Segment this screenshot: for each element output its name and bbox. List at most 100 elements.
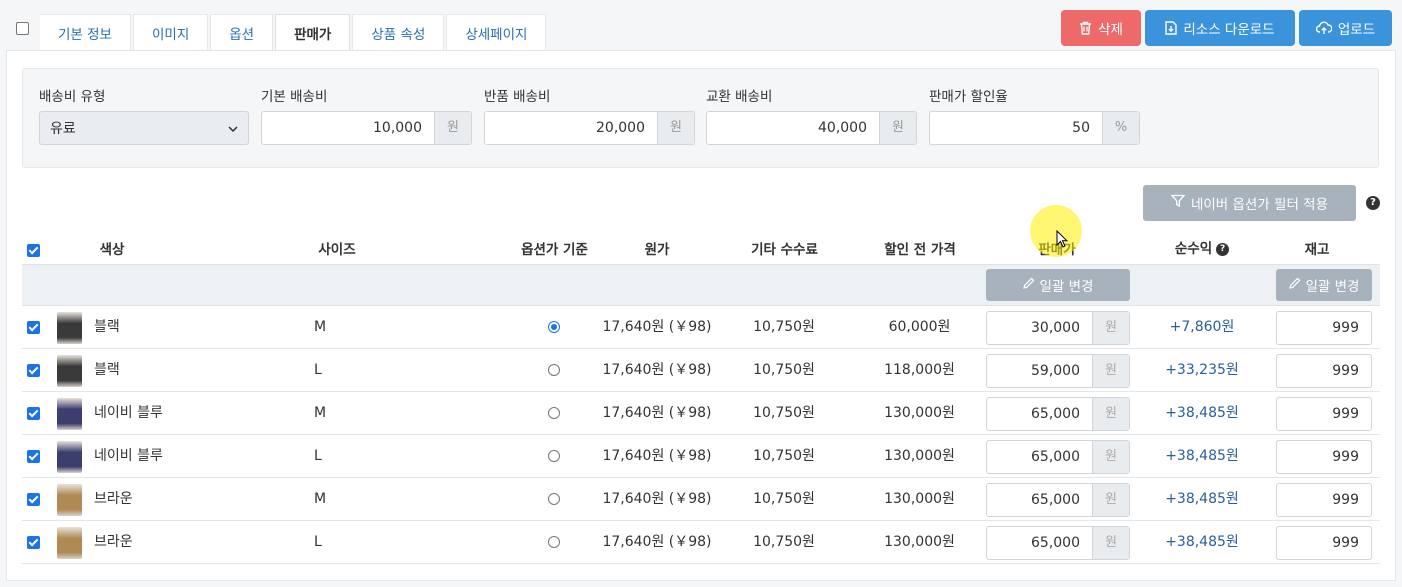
stock-input[interactable]: 999 bbox=[1276, 397, 1372, 431]
discount-rate-label: 판매가 할인율 bbox=[929, 89, 1008, 105]
size-cell: M bbox=[314, 491, 327, 507]
tab-attributes[interactable]: 상품 속성 bbox=[352, 14, 445, 51]
upload-button[interactable]: 업로드 bbox=[1299, 10, 1392, 46]
row-checkbox[interactable] bbox=[27, 407, 40, 420]
percent-unit: % bbox=[1102, 112, 1139, 144]
sale-price-input[interactable]: 65,000 원 bbox=[986, 440, 1130, 474]
return-shipping-field: 반품 배송비 20,000 원 bbox=[484, 87, 695, 145]
size-cell: L bbox=[314, 448, 322, 464]
tab-basic-info[interactable]: 기본 정보 bbox=[40, 14, 131, 51]
pre-discount-cell: 130,000원 bbox=[884, 448, 955, 464]
header-stock: 재고 bbox=[1304, 242, 1330, 258]
stock-input[interactable]: 999 bbox=[1276, 311, 1372, 345]
naver-option-filter-button[interactable]: 네이버 옵션가 필터 적용 bbox=[1143, 185, 1356, 221]
header-net-profit: 순수익 ? bbox=[1162, 233, 1242, 265]
option-base-radio[interactable] bbox=[548, 364, 560, 376]
option-base-radio[interactable] bbox=[548, 407, 560, 419]
exchange-shipping-field: 교환 배송비 40,000 원 bbox=[706, 87, 917, 145]
pre-discount-cell: 130,000원 bbox=[884, 534, 955, 550]
cloud-upload-icon bbox=[1315, 21, 1332, 35]
stock-input[interactable]: 999 bbox=[1276, 354, 1372, 388]
fee-cell: 10,750원 bbox=[753, 491, 815, 507]
stock-input[interactable]: 999 bbox=[1276, 483, 1372, 517]
header-cost: 원가 bbox=[644, 242, 670, 258]
stock-input[interactable]: 999 bbox=[1276, 440, 1372, 474]
won-unit: 원 bbox=[1092, 312, 1129, 344]
question-circle-icon[interactable]: ? bbox=[1366, 196, 1380, 210]
stock-input[interactable]: 999 bbox=[1276, 526, 1372, 560]
exchange-shipping-input[interactable]: 40,000 원 bbox=[706, 111, 917, 145]
delete-button[interactable]: 삭제 bbox=[1061, 10, 1141, 46]
color-cell: 브라운 bbox=[94, 534, 133, 550]
product-thumbnail bbox=[57, 527, 82, 559]
row-checkbox[interactable] bbox=[27, 536, 40, 549]
row-checkbox[interactable] bbox=[27, 493, 40, 506]
resource-download-button[interactable]: 리소스 다운로드 bbox=[1145, 10, 1295, 46]
bulk-change-row: 일괄 변경 일괄 변경 bbox=[22, 265, 1380, 306]
table-header: 색상 사이즈 옵션가 기준 원가 기타 수수료 할인 전 가격 판매가 순수익 … bbox=[22, 233, 1380, 265]
sale-price-input[interactable]: 65,000 원 bbox=[986, 483, 1130, 517]
shipping-type-value: 유료 bbox=[50, 121, 76, 137]
pencil-icon bbox=[1022, 277, 1035, 293]
cost-cell: 17,640원 (￥98) bbox=[602, 534, 712, 550]
option-base-radio[interactable] bbox=[548, 450, 560, 462]
product-thumbnail bbox=[57, 398, 82, 430]
fee-cell: 10,750원 bbox=[753, 362, 815, 378]
sale-price-input[interactable]: 59,000 원 bbox=[986, 354, 1130, 388]
download-label: 리소스 다운로드 bbox=[1183, 22, 1275, 38]
net-profit-cell: +38,485원 bbox=[1165, 534, 1239, 550]
fee-cell: 10,750원 bbox=[753, 405, 815, 421]
sale-price-value: 65,000 bbox=[1031, 406, 1080, 422]
select-all-rows-checkbox[interactable] bbox=[27, 244, 40, 257]
size-cell: L bbox=[314, 362, 322, 378]
net-profit-cell: +38,485원 bbox=[1165, 491, 1239, 507]
row-checkbox[interactable] bbox=[27, 364, 40, 377]
row-checkbox[interactable] bbox=[27, 450, 40, 463]
table-row: 네이비 블루 L 17,640원 (￥98) 10,750원 130,000원 65,00… bbox=[22, 435, 1380, 478]
base-shipping-label: 기본 배송비 bbox=[261, 89, 328, 105]
header-fee: 기타 수수료 bbox=[751, 242, 818, 258]
header-color: 색상 bbox=[99, 242, 125, 258]
size-cell: L bbox=[314, 534, 322, 550]
base-shipping-input[interactable]: 10,000 원 bbox=[261, 111, 472, 145]
sale-price-input[interactable]: 65,000 원 bbox=[986, 526, 1130, 560]
base-shipping-value: 10,000 bbox=[373, 120, 422, 136]
cost-cell: 17,640원 (￥98) bbox=[602, 448, 712, 464]
exchange-shipping-value: 40,000 bbox=[818, 120, 867, 136]
option-base-radio[interactable] bbox=[548, 493, 560, 505]
cost-cell: 17,640원 (￥98) bbox=[602, 362, 712, 378]
price-panel: 배송비 유형 유료 기본 배송비 10,000 원 반품 배송비 20,000 … bbox=[6, 50, 1396, 581]
return-shipping-input[interactable]: 20,000 원 bbox=[484, 111, 695, 145]
return-shipping-value: 20,000 bbox=[596, 120, 645, 136]
discount-rate-field: 판매가 할인율 50 % bbox=[929, 87, 1140, 145]
bulk-change-price-button[interactable]: 일괄 변경 bbox=[986, 269, 1130, 301]
option-base-radio[interactable] bbox=[548, 536, 560, 548]
select-all-checkbox[interactable] bbox=[16, 22, 29, 35]
shipping-type-select[interactable]: 유료 bbox=[39, 111, 249, 145]
net-profit-cell: +38,485원 bbox=[1165, 448, 1239, 464]
tab-options[interactable]: 옵션 bbox=[210, 14, 274, 51]
exchange-shipping-label: 교환 배송비 bbox=[706, 89, 773, 105]
size-cell: M bbox=[314, 319, 327, 335]
shipping-type-field: 배송비 유형 유료 bbox=[39, 87, 249, 145]
row-checkbox[interactable] bbox=[27, 321, 40, 334]
tab-price[interactable]: 판매가 bbox=[275, 14, 351, 51]
tab-detail-page[interactable]: 상세페이지 bbox=[446, 14, 547, 51]
pre-discount-cell: 118,000원 bbox=[884, 362, 955, 378]
net-profit-cell: +33,235원 bbox=[1165, 362, 1239, 378]
question-circle-icon[interactable]: ? bbox=[1216, 242, 1230, 256]
bulk-change-stock-button[interactable]: 일괄 변경 bbox=[1276, 269, 1372, 301]
header-size: 사이즈 bbox=[318, 242, 356, 258]
cost-cell: 17,640원 (￥98) bbox=[602, 491, 712, 507]
shipping-type-label: 배송비 유형 bbox=[39, 89, 106, 105]
shipping-settings: 배송비 유형 유료 기본 배송비 10,000 원 반품 배송비 20,000 … bbox=[22, 68, 1379, 168]
discount-rate-input[interactable]: 50 % bbox=[929, 111, 1140, 145]
sale-price-input[interactable]: 30,000 원 bbox=[986, 311, 1130, 345]
header-option-base: 옵션가 기준 bbox=[521, 242, 588, 258]
option-base-radio[interactable] bbox=[548, 321, 560, 333]
sale-price-value: 59,000 bbox=[1031, 363, 1080, 379]
table-row: 블랙 M 17,640원 (￥98) 10,750원 60,000원 30,000 원 +7,… bbox=[22, 306, 1380, 349]
sale-price-input[interactable]: 65,000 원 bbox=[986, 397, 1130, 431]
chevron-down-icon bbox=[228, 120, 238, 136]
tab-images[interactable]: 이미지 bbox=[132, 14, 209, 51]
